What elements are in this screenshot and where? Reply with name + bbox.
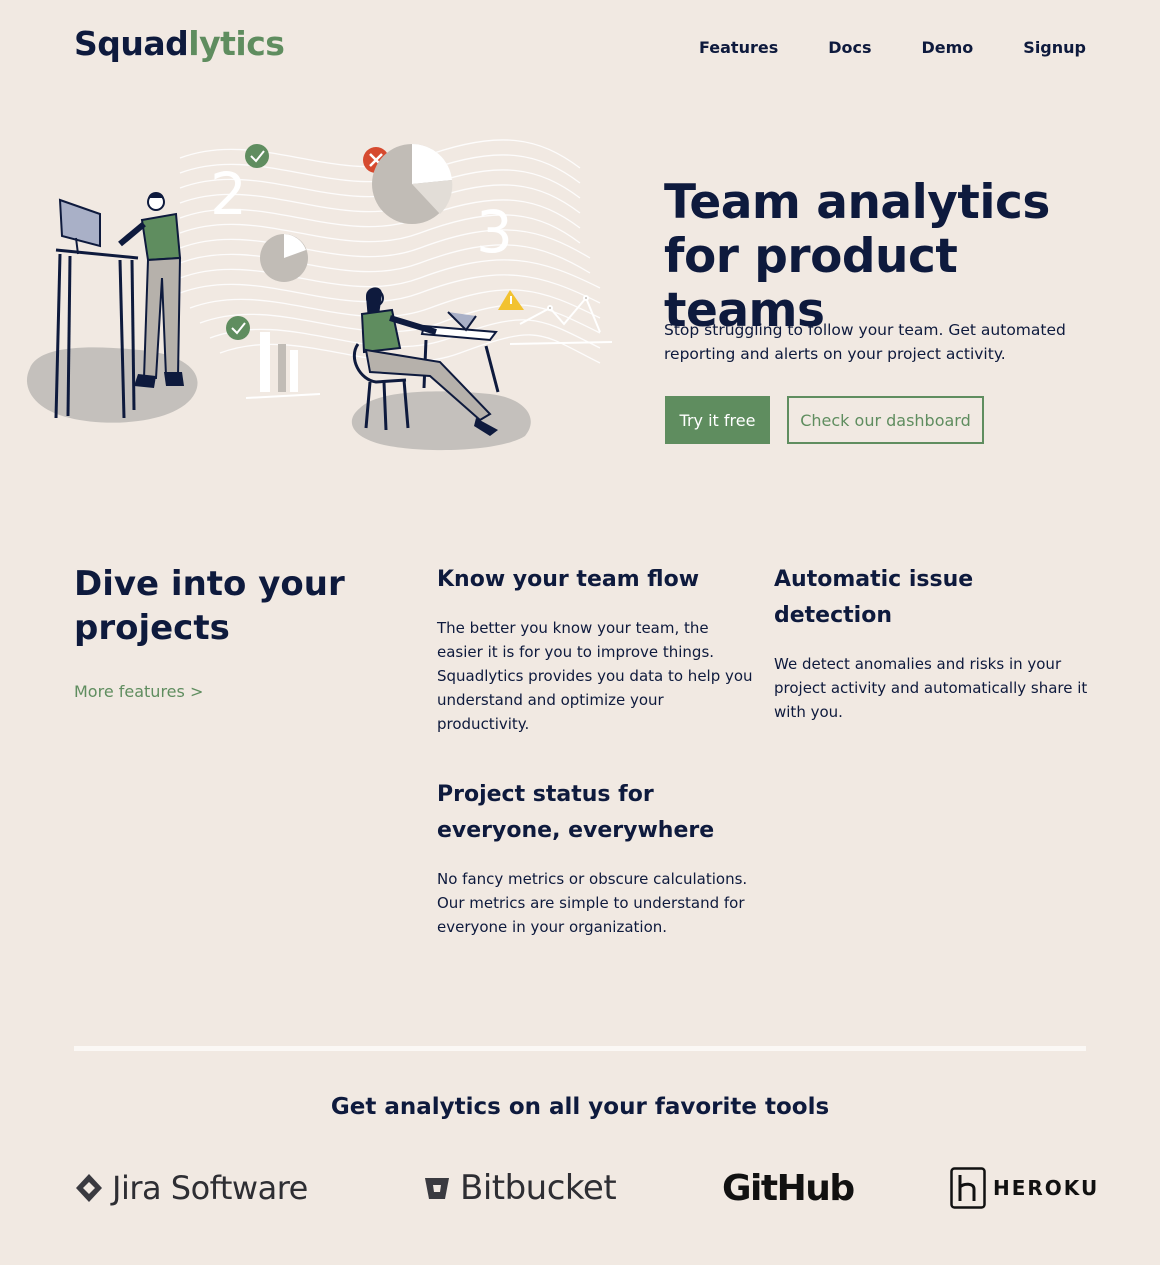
logo[interactable]: Squadlytics <box>74 24 285 63</box>
logo-text-lytics: lytics <box>188 24 285 63</box>
bar-chart-icon <box>245 332 321 399</box>
pie-chart-icon <box>372 143 453 224</box>
feature-text: The better you know your team, the easie… <box>437 619 753 733</box>
check-dashboard-button[interactable]: Check our dashboard <box>787 396 984 444</box>
hero-title: Team analytics for product teams <box>664 175 1050 338</box>
features-heading: Dive into your projects <box>74 564 345 648</box>
main-nav: Features Docs Demo Signup <box>699 38 1086 57</box>
feature-title: Know your team flow <box>437 567 700 592</box>
try-it-free-button[interactable]: Try it free <box>665 396 770 444</box>
feature-issue-detection: Automatic issue detection We detect anom… <box>774 562 1090 724</box>
illustration-number-3: 3 <box>476 198 513 266</box>
warning-icon <box>498 290 524 310</box>
feature-project-status: Project status for everyone, everywhere … <box>437 777 753 939</box>
bitbucket-logo: Bitbucket <box>424 1166 617 1210</box>
floor-shadow-right <box>351 391 531 451</box>
jira-software-label: Jira Software <box>112 1169 308 1207</box>
hero-subtitle: Stop struggling to follow your team. Get… <box>664 321 1066 363</box>
feature-title: Automatic issue detection <box>774 567 974 628</box>
nav-demo[interactable]: Demo <box>922 38 974 57</box>
nav-docs[interactable]: Docs <box>828 38 871 57</box>
feature-text: No fancy metrics or obscure calculations… <box>437 870 748 936</box>
more-features-link[interactable]: More features > <box>74 682 203 701</box>
jira-icon <box>76 1174 102 1202</box>
github-logo: GitHub <box>722 1166 855 1210</box>
bitbucket-icon <box>425 1178 449 1199</box>
nav-features[interactable]: Features <box>699 38 778 57</box>
pie-chart-small-icon <box>260 234 308 282</box>
bitbucket-label: Bitbucket <box>460 1168 617 1208</box>
hero-illustration: 2 3 <box>26 139 613 451</box>
illustration-number-2: 2 <box>210 160 247 228</box>
section-divider <box>74 1046 1086 1051</box>
heroku-icon <box>950 1167 986 1209</box>
jira-software-logo: Jira Software <box>74 1166 308 1210</box>
logo-text-squad: Squad <box>74 24 189 63</box>
github-label: GitHub <box>722 1167 855 1209</box>
nav-signup[interactable]: Signup <box>1023 38 1086 57</box>
feature-title: Project status for everyone, everywhere <box>437 782 715 843</box>
feature-text: We detect anomalies and risks in your pr… <box>774 655 1088 721</box>
check-badge-icon <box>245 144 269 168</box>
check-badge-icon-2 <box>226 316 250 340</box>
heroku-logo: HEROKU <box>950 1166 1099 1210</box>
tools-heading: Get analytics on all your favorite tools <box>330 1094 830 1120</box>
feature-team-flow: Know your team flow The better you know … <box>437 562 753 736</box>
monitor-icon <box>58 198 101 255</box>
heroku-label: HEROKU <box>993 1176 1100 1200</box>
